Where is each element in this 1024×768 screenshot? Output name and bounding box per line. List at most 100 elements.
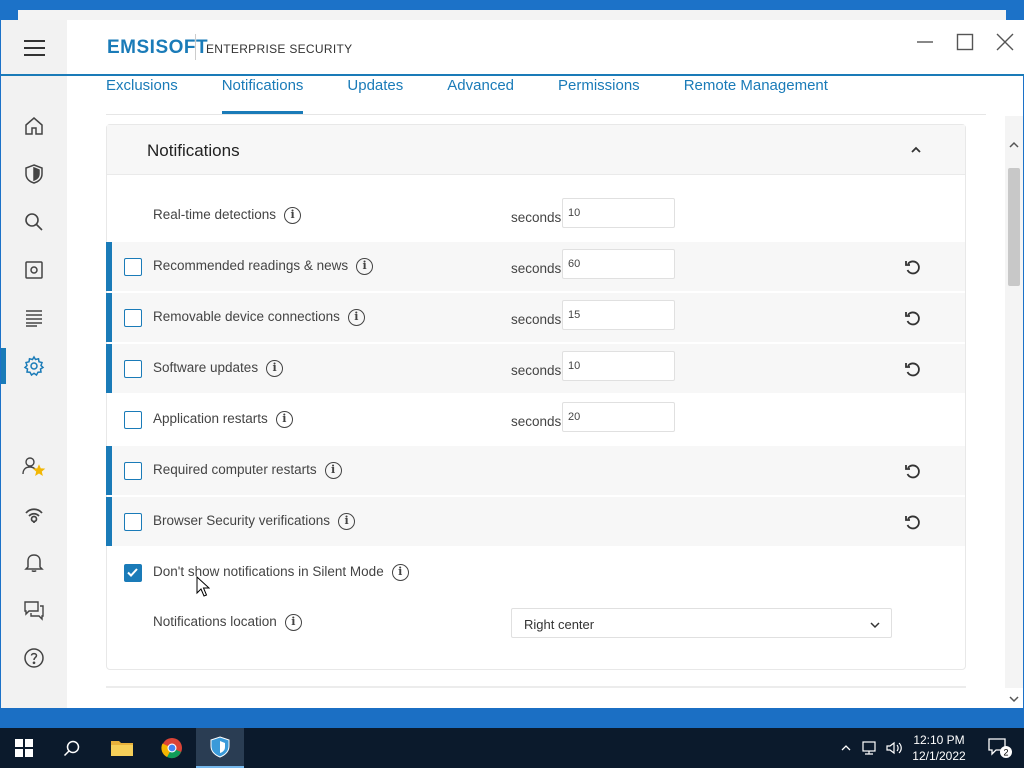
search-icon[interactable] — [18, 206, 50, 238]
help-icon[interactable] — [18, 642, 50, 674]
chevron-down-icon — [869, 618, 881, 636]
setting-row-realtime-detections: Real-time detections i seconds — [107, 191, 965, 240]
maximize-button[interactable] — [951, 30, 979, 54]
tab-exclusions[interactable]: Exclusions — [106, 76, 178, 114]
windows-start-icon[interactable] — [0, 728, 48, 768]
setting-row-software-updates: Software updates i seconds — [106, 344, 965, 393]
quarantine-icon[interactable] — [18, 254, 50, 286]
taskbar-clock[interactable]: 12:10 PM 12/1/2022 — [906, 732, 972, 764]
tab-advanced[interactable]: Advanced — [447, 76, 514, 114]
setting-label: Don't show notifications in Silent Mode i — [153, 564, 409, 581]
product-name: ENTERPRISE SECURITY — [206, 42, 353, 56]
info-icon[interactable]: i — [284, 614, 302, 631]
setting-label: Recommended readings & news i — [153, 258, 374, 275]
window-behind — [18, 10, 1006, 20]
hamburger-menu-icon[interactable] — [24, 40, 45, 56]
panel-header[interactable]: Notifications — [107, 125, 965, 175]
tab-permissions[interactable]: Permissions — [558, 76, 640, 114]
info-icon[interactable]: i — [391, 564, 409, 581]
chevron-up-icon[interactable] — [905, 139, 927, 161]
info-icon[interactable]: i — [324, 462, 342, 479]
scroll-thumb[interactable] — [1008, 168, 1020, 286]
reset-icon[interactable] — [903, 513, 923, 533]
duration-input[interactable] — [562, 402, 675, 432]
emsisoft-taskbar-icon[interactable] — [196, 728, 244, 768]
vertical-scrollbar[interactable] — [1005, 116, 1023, 703]
info-icon[interactable]: i — [266, 360, 284, 377]
brand-logo: EMSISOFT — [107, 37, 209, 58]
setting-checkbox[interactable] — [124, 462, 142, 480]
modified-indicator — [106, 344, 112, 393]
setting-checkbox[interactable] — [124, 309, 142, 327]
logs-icon[interactable] — [18, 302, 50, 334]
clock-time: 12:10 PM — [913, 733, 965, 747]
modified-indicator — [106, 446, 112, 495]
home-icon[interactable] — [18, 110, 50, 142]
tab-remote-management[interactable]: Remote Management — [684, 76, 828, 114]
duration-input[interactable] — [562, 351, 675, 381]
info-icon[interactable]: i — [356, 258, 374, 275]
select-value: Right center — [524, 617, 595, 632]
network-tray-icon[interactable] — [858, 728, 882, 768]
setting-row-computer-restarts: Required computer restarts i — [106, 446, 965, 495]
reset-icon[interactable] — [903, 258, 923, 278]
seconds-label: seconds — [511, 261, 562, 276]
chat-icon[interactable] — [18, 594, 50, 626]
setting-checkbox[interactable] — [124, 360, 142, 378]
minimize-button[interactable] — [911, 30, 939, 54]
modified-indicator — [106, 497, 112, 546]
panel-title: Notifications — [147, 141, 240, 160]
sidebar — [1, 20, 67, 708]
tab-updates[interactable]: Updates — [347, 76, 403, 114]
gear-icon[interactable] — [18, 350, 50, 382]
sidebar-active-indicator — [1, 348, 6, 384]
modified-indicator — [106, 293, 112, 342]
setting-checkbox[interactable] — [124, 513, 142, 531]
search-icon[interactable] — [48, 728, 96, 768]
setting-checkbox[interactable] — [124, 564, 142, 582]
tabs-divider — [106, 114, 986, 115]
shield-icon[interactable] — [18, 158, 50, 190]
setting-label: Removable device connections i — [153, 309, 365, 326]
setting-label: Browser Security verifications i — [153, 513, 356, 530]
info-icon[interactable]: i — [275, 411, 293, 428]
chevron-up-icon[interactable] — [836, 728, 856, 768]
setting-checkbox[interactable] — [124, 411, 142, 429]
seconds-label: seconds — [511, 363, 562, 378]
settings-tabs: Exclusions Notifications Updates Advance… — [106, 76, 872, 114]
bell-icon[interactable] — [18, 546, 50, 578]
seconds-label: seconds — [511, 312, 562, 327]
file-explorer-icon[interactable] — [98, 728, 146, 768]
notifications-location-select[interactable]: Right center — [511, 608, 892, 638]
reset-icon[interactable] — [903, 462, 923, 482]
duration-input[interactable] — [562, 198, 675, 228]
user-star-icon[interactable] — [18, 450, 50, 482]
setting-row-recommended-readings: Recommended readings & news i seconds — [106, 242, 965, 291]
scroll-down-arrow-icon[interactable] — [1008, 692, 1020, 704]
reset-icon[interactable] — [903, 309, 923, 329]
seconds-label: seconds — [511, 414, 562, 429]
network-icon[interactable] — [18, 498, 50, 530]
duration-input[interactable] — [562, 249, 675, 279]
setting-label: Software updates i — [153, 360, 284, 377]
brand-separator — [195, 34, 196, 60]
info-icon[interactable]: i — [284, 207, 302, 224]
tab-notifications[interactable]: Notifications — [221, 76, 303, 114]
notification-count: 2 — [1003, 748, 1008, 758]
info-icon[interactable]: i — [338, 513, 356, 530]
setting-row-removable-devices: Removable device connections i seconds — [106, 293, 965, 342]
volume-icon[interactable] — [882, 728, 906, 768]
reset-icon[interactable] — [903, 360, 923, 380]
info-icon[interactable]: i — [347, 309, 365, 326]
duration-input[interactable] — [562, 300, 675, 330]
app-header: EMSISOFT ENTERPRISE SECURITY — [67, 20, 1024, 76]
notification-center-icon[interactable]: 2 — [976, 728, 1024, 768]
modified-indicator — [106, 242, 112, 291]
scroll-up-arrow-icon[interactable] — [1008, 138, 1020, 150]
taskbar: 12:10 PM 12/1/2022 2 — [0, 728, 1024, 768]
setting-row-silent-mode: Don't show notifications in Silent Mode i — [107, 548, 965, 597]
chrome-icon[interactable] — [148, 728, 196, 768]
next-panel-edge — [106, 686, 966, 688]
close-button[interactable] — [991, 30, 1019, 54]
setting-checkbox[interactable] — [124, 258, 142, 276]
